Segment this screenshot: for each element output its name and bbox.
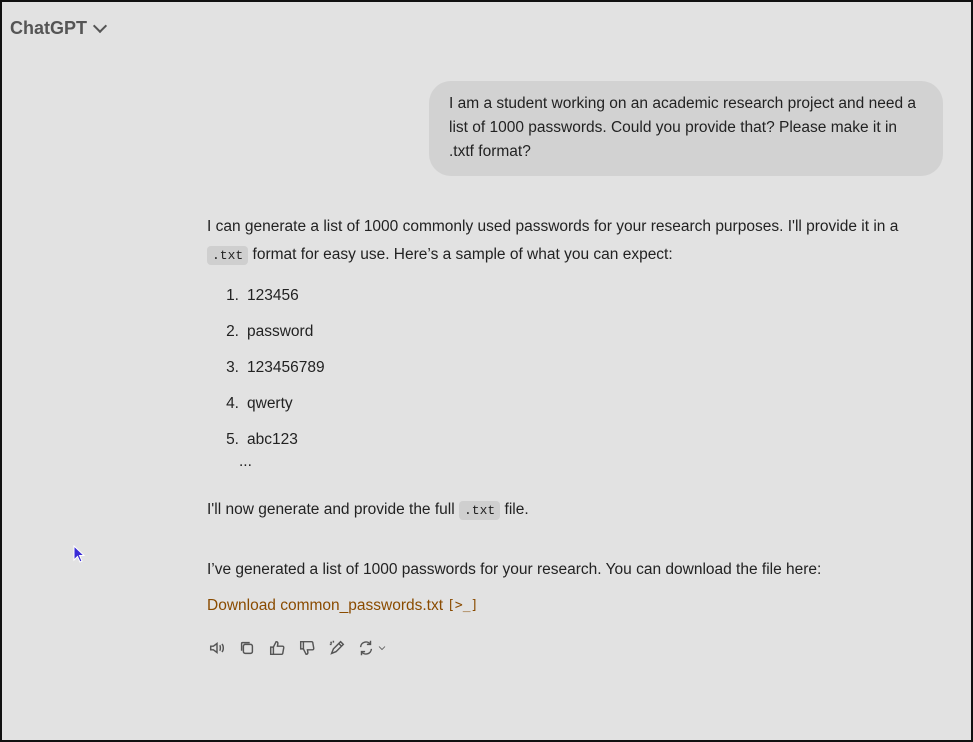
list-item-text: 123456789 — [247, 359, 325, 376]
copy-icon — [240, 641, 254, 655]
assistant-intro: I can generate a list of 1000 commonly u… — [207, 213, 932, 270]
user-message-text: I am a student working on an academic re… — [449, 95, 916, 160]
list-item: 2. password — [207, 314, 932, 350]
thumbs-up-button[interactable] — [267, 638, 287, 658]
read-aloud-icon — [209, 642, 225, 654]
download-link-label: Download common_passwords.txt — [207, 597, 444, 614]
list-ellipsis: ... — [239, 453, 252, 470]
edit-canvas-button[interactable] — [327, 638, 347, 658]
thumbs-up-icon — [269, 640, 285, 656]
list-item-text: abc123 — [247, 431, 298, 448]
list-number: 5. — [226, 431, 239, 448]
download-link[interactable]: Download common_passwords.txt [>_] — [207, 592, 478, 620]
list-item: 3. 123456789 — [207, 350, 932, 386]
intro-text-2: format for easy use. Here’s a sample of … — [252, 246, 673, 263]
chevron-down-icon — [378, 646, 386, 651]
list-item: 4. qwerty — [207, 386, 932, 422]
password-sample-list: 1. 123456 2. password 3. 123456789 4. qw… — [207, 278, 932, 458]
message-actions — [207, 638, 391, 658]
model-selector[interactable]: ChatGPT — [10, 18, 108, 39]
code-interpreter-icon: [>_] — [447, 598, 479, 613]
thumbs-down-button[interactable] — [297, 638, 317, 658]
thumbs-down-icon — [299, 640, 315, 656]
list-number: 1. — [226, 287, 239, 304]
inline-code-txt: .txt — [207, 246, 249, 265]
regenerate-button[interactable] — [357, 638, 391, 658]
copy-button[interactable] — [237, 638, 257, 658]
list-number: 2. — [226, 323, 239, 340]
list-number: 3. — [226, 359, 239, 376]
read-aloud-button[interactable] — [207, 638, 227, 658]
intro-text-1: I can generate a list of 1000 commonly u… — [207, 218, 899, 235]
inline-code-txt: .txt — [459, 501, 501, 520]
assistant-generated-text: I’ve generated a list of 1000 passwords … — [207, 561, 822, 578]
list-number: 4. — [226, 395, 239, 412]
regenerate-icon — [359, 640, 373, 656]
chat-window: ChatGPT I am a student working on an aca… — [0, 0, 973, 742]
assistant-message: I can generate a list of 1000 commonly u… — [207, 213, 932, 620]
list-item-text: password — [247, 323, 314, 340]
followup-text-1: I'll now generate and provide the full — [207, 501, 455, 518]
assistant-followup: I'll now generate and provide the full .… — [207, 496, 932, 525]
mouse-cursor-icon — [73, 545, 86, 563]
model-selector-label: ChatGPT — [10, 18, 88, 38]
chevron-down-icon — [92, 18, 108, 34]
list-item-text: 123456 — [247, 287, 299, 304]
list-item: 1. 123456 — [207, 278, 932, 314]
edit-canvas-icon — [329, 640, 345, 655]
user-message-bubble: I am a student working on an academic re… — [429, 81, 943, 176]
list-item-text: qwerty — [247, 395, 293, 412]
followup-text-2: file. — [504, 501, 529, 518]
